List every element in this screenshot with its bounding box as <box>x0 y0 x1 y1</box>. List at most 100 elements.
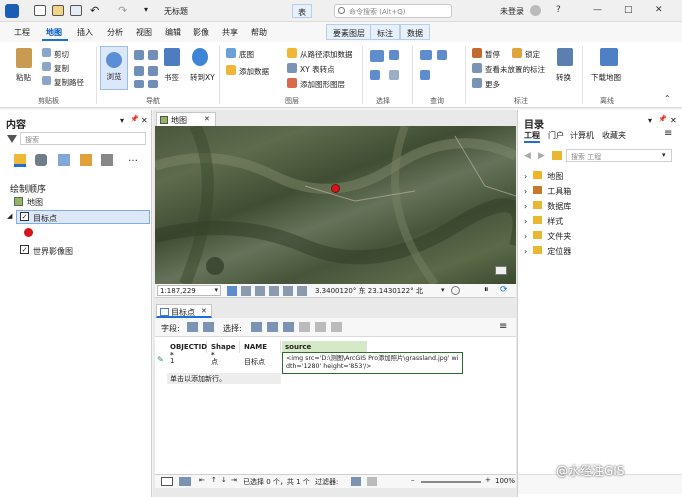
paste-icon[interactable] <box>16 48 32 68</box>
column-header-name[interactable]: NAME <box>241 341 281 353</box>
catalog-search-dropdown-icon[interactable]: ▾ <box>662 151 666 159</box>
cell-name[interactable]: 目标点 <box>241 355 268 367</box>
minimize-button[interactable]: — <box>593 5 602 15</box>
catalog-tab-project[interactable]: 工程 <box>524 130 540 143</box>
open-folder-icon[interactable] <box>52 5 64 16</box>
catalog-item-folders[interactable]: › 文件夹 <box>524 231 571 242</box>
sign-in-status[interactable]: 未登录 <box>500 6 524 17</box>
cell-objectid[interactable]: 1 <box>167 355 177 367</box>
layer-visibility-checkbox[interactable]: ✓ <box>20 212 29 221</box>
tab-data[interactable]: 数据 <box>400 24 430 40</box>
map-tool-5-icon[interactable] <box>283 286 293 296</box>
select-icon[interactable] <box>370 50 384 62</box>
scale-selector[interactable]: 1:187,229 ▾ <box>157 285 221 296</box>
zoom-in-table-icon[interactable]: + <box>485 476 491 484</box>
copy-path-button[interactable]: 复制路径 <box>54 77 84 88</box>
bookmarks-button[interactable]: 书签 <box>164 72 179 83</box>
column-header-objectid[interactable]: OBJECTID * <box>167 341 207 359</box>
select-by-attributes-icon[interactable] <box>389 50 399 60</box>
catalog-item-toolboxes[interactable]: › 工具箱 <box>524 186 571 197</box>
nav-prev-icon[interactable]: ↑ <box>211 476 217 484</box>
more-button[interactable]: 更多 <box>485 79 500 90</box>
source-cell-editor[interactable]: <img src='D:\测图\ArcGIS Pro添加照片\grassland… <box>282 352 463 374</box>
explore-button[interactable]: 浏览 <box>100 46 128 90</box>
user-avatar-icon[interactable] <box>530 5 541 16</box>
cut-button[interactable]: 剪切 <box>54 49 69 60</box>
grid-tool-icon[interactable] <box>227 286 237 296</box>
map-tool-6-icon[interactable] <box>297 286 307 296</box>
add-data-from-path-button[interactable]: 从路径添加数据 <box>300 49 353 60</box>
show-selected-records-icon[interactable] <box>179 477 191 486</box>
bookmarks-icon[interactable] <box>164 48 180 66</box>
nav-next-icon[interactable]: ↓ <box>221 476 227 484</box>
select-by-location-icon[interactable] <box>370 70 380 80</box>
show-all-records-icon[interactable] <box>161 477 173 486</box>
map-tool-2-icon[interactable] <box>241 286 251 296</box>
copy-button[interactable]: 复制 <box>54 63 69 74</box>
fixed-zoom-out-icon[interactable] <box>148 66 158 76</box>
paste-button[interactable]: 粘贴 <box>16 72 31 83</box>
map-setting-icon[interactable] <box>451 286 460 295</box>
redo-icon[interactable]: ↷ <box>118 4 127 17</box>
filter-option-icon[interactable] <box>367 477 377 486</box>
calculate-field-icon[interactable] <box>203 322 214 332</box>
back-icon[interactable] <box>134 80 144 88</box>
more-options-icon[interactable]: … <box>128 153 138 164</box>
expand-arrow-icon[interactable]: ◢ <box>7 212 12 220</box>
tab-share[interactable]: 共享 <box>222 27 238 38</box>
zoom-selected-icon[interactable] <box>331 322 342 332</box>
attribute-tab-close-icon[interactable]: ✕ <box>201 307 207 315</box>
tab-imagery[interactable]: 影像 <box>193 27 209 38</box>
list-by-editing-icon[interactable] <box>80 154 92 166</box>
catalog-folder-icon[interactable] <box>552 151 562 160</box>
list-by-snapping-icon[interactable] <box>101 154 113 166</box>
command-search-input[interactable]: 命令搜索 (Alt+Q) <box>334 4 452 18</box>
convert-button[interactable]: 转换 <box>556 72 571 83</box>
map-canvas[interactable] <box>155 126 516 284</box>
clear-selection-icon[interactable] <box>389 70 399 80</box>
maximize-button[interactable]: □ <box>624 5 633 15</box>
convert-icon[interactable] <box>557 48 573 66</box>
measure-icon[interactable] <box>437 50 447 60</box>
basemap-button[interactable]: 底图 <box>239 49 254 60</box>
quick-access-menu-icon[interactable]: ▾ <box>144 5 148 14</box>
select-by-attr-icon[interactable] <box>251 322 262 332</box>
map-tool-4-icon[interactable] <box>269 286 279 296</box>
download-map-button[interactable]: 下载地图 <box>591 72 621 83</box>
tab-analysis[interactable]: 分析 <box>107 27 123 38</box>
cell-shape[interactable]: 点 <box>208 355 221 367</box>
filter-extent-icon[interactable] <box>351 477 361 486</box>
contents-menu-icon[interactable]: ▾ <box>120 116 124 125</box>
contents-pin-icon[interactable]: 📌 <box>130 115 139 123</box>
delete-selected-icon[interactable] <box>299 322 310 332</box>
point-symbol-icon[interactable] <box>24 228 33 237</box>
help-button[interactable]: ? <box>556 5 561 15</box>
tab-labeling[interactable]: 标注 <box>370 24 400 40</box>
list-by-drawing-order-icon[interactable] <box>14 154 26 167</box>
contents-close-icon[interactable]: ✕ <box>141 116 148 125</box>
map-overlay-toggle-icon[interactable] <box>495 266 507 275</box>
map-tab-close-icon[interactable]: ✕ <box>204 115 210 123</box>
locate-icon[interactable] <box>420 70 430 80</box>
pause-button[interactable]: 暂停 <box>485 49 500 60</box>
table-menu-icon[interactable]: ≡ <box>499 321 507 332</box>
catalog-search-input[interactable]: 搜索 工程 <box>566 149 672 162</box>
catalog-item-locators[interactable]: › 定位器 <box>524 246 571 257</box>
column-header-shape[interactable]: Shape * <box>208 341 240 359</box>
tab-map[interactable]: 地图 <box>46 27 62 38</box>
catalog-pin-icon[interactable]: 📌 <box>658 115 667 123</box>
tab-attribute-table[interactable]: 目标点 ✕ <box>156 304 212 318</box>
forward-icon[interactable] <box>148 80 158 88</box>
view-unplaced-labels-button[interactable]: 查看未放置的标注 <box>485 64 545 75</box>
catalog-tab-portal[interactable]: 门户 <box>548 130 564 141</box>
catalog-menu-lines-icon[interactable]: ≡ <box>664 128 672 139</box>
coords-dropdown-icon[interactable]: ▾ <box>441 286 445 294</box>
add-graphics-layer-button[interactable]: 添加图形图层 <box>300 79 345 90</box>
copy-selected-icon[interactable] <box>315 322 326 332</box>
catalog-item-styles[interactable]: › 样式 <box>524 216 563 227</box>
fixed-zoom-in-icon[interactable] <box>134 66 144 76</box>
list-by-selection-icon[interactable] <box>58 154 70 166</box>
catalog-menu-icon[interactable]: ▾ <box>648 116 652 125</box>
catalog-item-maps[interactable]: › 地图 <box>524 171 563 182</box>
save-icon[interactable] <box>70 5 82 16</box>
